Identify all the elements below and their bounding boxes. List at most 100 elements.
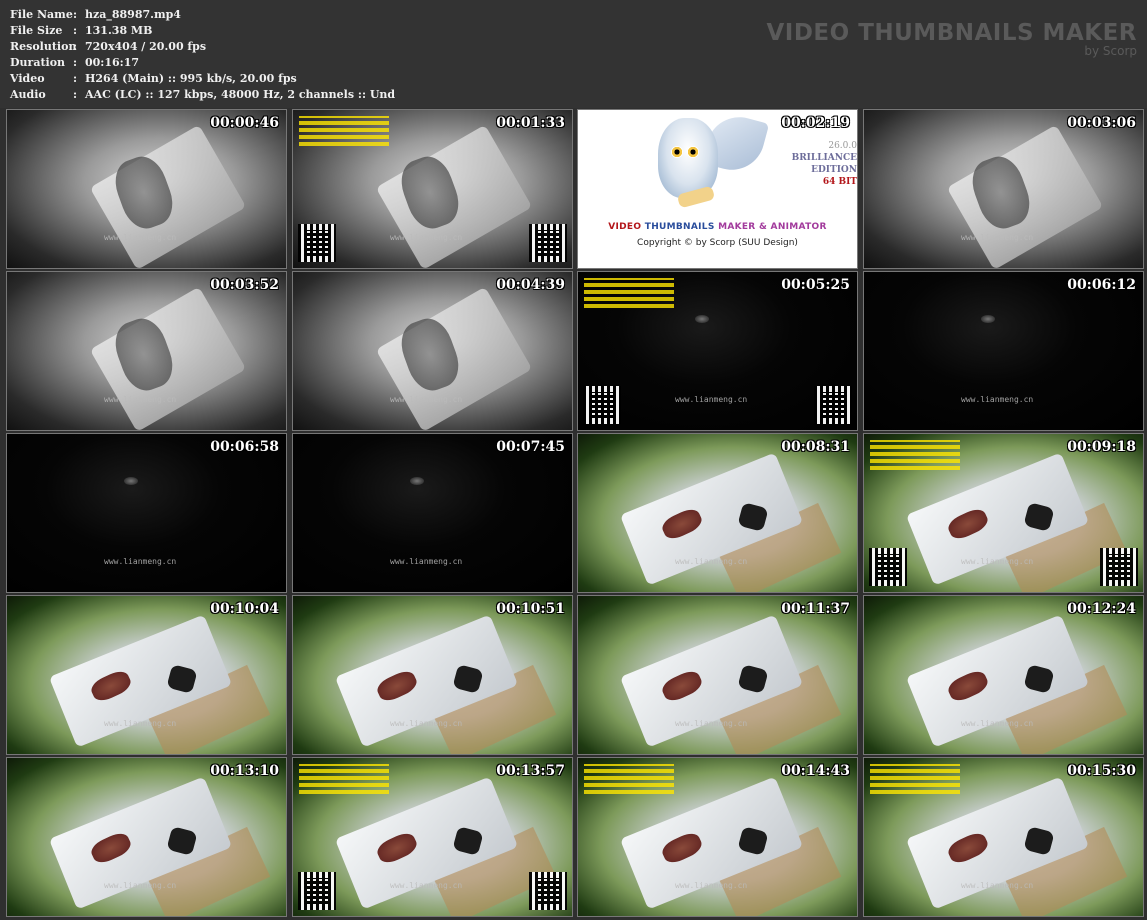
thumbnail[interactable]: www.lianmeng.cn 00:03:06 [863, 109, 1144, 269]
thumbnail-frame [864, 272, 1143, 430]
file-info-label: Resolution [10, 40, 77, 53]
timestamp: 00:05:25 [781, 277, 850, 293]
timestamp: 00:13:57 [496, 763, 565, 779]
watermark: www.lianmeng.cn [390, 233, 463, 242]
file-info-row: File Name: hza_88987.mp4 [10, 7, 395, 23]
timestamp: 00:14:43 [781, 763, 850, 779]
watermark: www.lianmeng.cn [675, 881, 748, 890]
file-info-separator: : [73, 8, 78, 21]
file-info-row: Video: H264 (Main) :: 995 kb/s, 20.00 fps [10, 71, 395, 87]
thumbnail-frame [7, 272, 286, 430]
thumbnail[interactable]: www.lianmeng.cn 00:08:31 [577, 433, 858, 593]
owl-eye-right [687, 146, 699, 158]
timestamp: 00:08:31 [781, 439, 850, 455]
file-info-label: File Name [10, 8, 73, 21]
timestamp: 00:12:24 [1067, 601, 1136, 617]
watermark: www.lianmeng.cn [961, 881, 1034, 890]
timestamp: 00:07:45 [496, 439, 565, 455]
watermark: www.lianmeng.cn [961, 719, 1034, 728]
watermark: www.lianmeng.cn [104, 719, 177, 728]
thumbnail[interactable]: www.lianmeng.cn 00:05:25 [577, 271, 858, 431]
edition-line: BRILLIANCE [791, 153, 857, 163]
ad-overlay-text [299, 116, 389, 146]
file-info-value: 131.38 MB [85, 24, 153, 37]
watermark: www.lianmeng.cn [104, 233, 177, 242]
timestamp: 00:01:33 [496, 115, 565, 131]
timestamp: 00:15:30 [1067, 763, 1136, 779]
file-info-separator: : [73, 24, 78, 37]
thumbnail[interactable]: www.lianmeng.cn 00:04:39 [292, 271, 573, 431]
watermark: www.lianmeng.cn [390, 395, 463, 404]
timestamp: 00:13:10 [210, 763, 279, 779]
thumbnail[interactable]: www.lianmeng.cn 00:01:33 [292, 109, 573, 269]
timestamp: 00:06:12 [1067, 277, 1136, 293]
thumbnail[interactable]: www.lianmeng.cn 00:11:37 [577, 595, 858, 755]
timestamp: 00:06:58 [210, 439, 279, 455]
watermark: www.lianmeng.cn [961, 395, 1034, 404]
file-info-value: AAC (LC) :: 127 kbps, 48000 Hz, 2 channe… [85, 88, 396, 101]
watermark: www.lianmeng.cn [675, 719, 748, 728]
thumbnail[interactable]: www.lianmeng.cn 00:13:10 [6, 757, 287, 917]
ad-overlay-text [870, 764, 960, 794]
thumbnail[interactable]: www.lianmeng.cn 00:06:58 [6, 433, 287, 593]
watermark: www.lianmeng.cn [104, 557, 177, 566]
file-info-label: Video [10, 72, 45, 85]
thumbnail[interactable]: 26.0.0 BRILLIANCE EDITION 64 BIT VIDEO THUMB… [577, 109, 858, 269]
timestamp: 00:10:04 [210, 601, 279, 617]
thumbnail[interactable]: www.lianmeng.cn 00:07:45 [292, 433, 573, 593]
qr-code [583, 386, 621, 424]
logo-title-part: THUMBNAILS [644, 222, 719, 232]
logo-title-part: VIDEO [608, 222, 645, 232]
light-glint [695, 314, 710, 323]
watermark: www.lianmeng.cn [675, 395, 748, 404]
qr-code [869, 548, 907, 586]
watermark: www.lianmeng.cn [104, 395, 177, 404]
thumbnail[interactable]: www.lianmeng.cn 00:00:46 [6, 109, 287, 269]
thumbnail[interactable]: www.lianmeng.cn 00:13:57 [292, 757, 573, 917]
qr-code [298, 872, 336, 910]
thumbnail-frame: 26.0.0 BRILLIANCE EDITION 64 BIT VIDEO THUMB… [578, 110, 857, 268]
thumbnail[interactable]: www.lianmeng.cn 00:12:24 [863, 595, 1144, 755]
file-info-separator: : [73, 56, 78, 69]
qr-code [1100, 548, 1138, 586]
file-info-value: 720x404 / 20.00 fps [85, 40, 207, 53]
timestamp: 00:02:19 [781, 115, 850, 131]
edition-label: 26.0.0 BRILLIANCE EDITION 64 BIT [792, 140, 857, 188]
file-info-separator: : [73, 72, 78, 85]
thumbnail[interactable]: www.lianmeng.cn 00:09:18 [863, 433, 1144, 593]
thumbnail[interactable]: www.lianmeng.cn 00:14:43 [577, 757, 858, 917]
thumbnail[interactable]: www.lianmeng.cn 00:10:51 [292, 595, 573, 755]
watermark: www.lianmeng.cn [390, 719, 463, 728]
thumbnail-frame [7, 596, 286, 754]
thumbnail-frame [293, 272, 572, 430]
qr-code [529, 224, 567, 262]
watermark: www.lianmeng.cn [675, 557, 748, 566]
thumbnail[interactable]: www.lianmeng.cn 00:10:04 [6, 595, 287, 755]
file-info-row: Duration:00:16:17 [10, 55, 395, 71]
watermark: www.lianmeng.cn [390, 557, 463, 566]
thumbnail-frame [7, 110, 286, 268]
file-info-label: File Size [10, 24, 63, 37]
ad-overlay-text [299, 764, 389, 794]
brand-subtitle: by Scorp [1084, 44, 1137, 58]
logo-copyright: Copyright © by Scorp (SUU Design) [637, 238, 798, 248]
qr-code [529, 872, 567, 910]
ad-overlay-text [584, 278, 674, 308]
qr-code [298, 224, 336, 262]
version-label: 26.0.0 [828, 141, 857, 151]
thumbnail[interactable]: www.lianmeng.cn 00:03:52 [6, 271, 287, 431]
file-info-separator: : [73, 40, 78, 53]
light-glint [981, 314, 996, 323]
thumbnail[interactable]: www.lianmeng.cn 00:15:30 [863, 757, 1144, 917]
ad-overlay-text [870, 440, 960, 470]
qr-code [814, 386, 852, 424]
timestamp: 00:04:39 [496, 277, 565, 293]
watermark: www.lianmeng.cn [390, 881, 463, 890]
thumbnail-frame [864, 110, 1143, 268]
brand-title: VIDEO THUMBNAILS MAKER [766, 20, 1137, 46]
watermark: www.lianmeng.cn [961, 557, 1034, 566]
light-glint [124, 476, 139, 485]
thumbnail[interactable]: www.lianmeng.cn 00:06:12 [863, 271, 1144, 431]
thumbnail-frame [293, 434, 572, 592]
logo-title-part: MAKER & ANIMATOR [718, 222, 827, 232]
